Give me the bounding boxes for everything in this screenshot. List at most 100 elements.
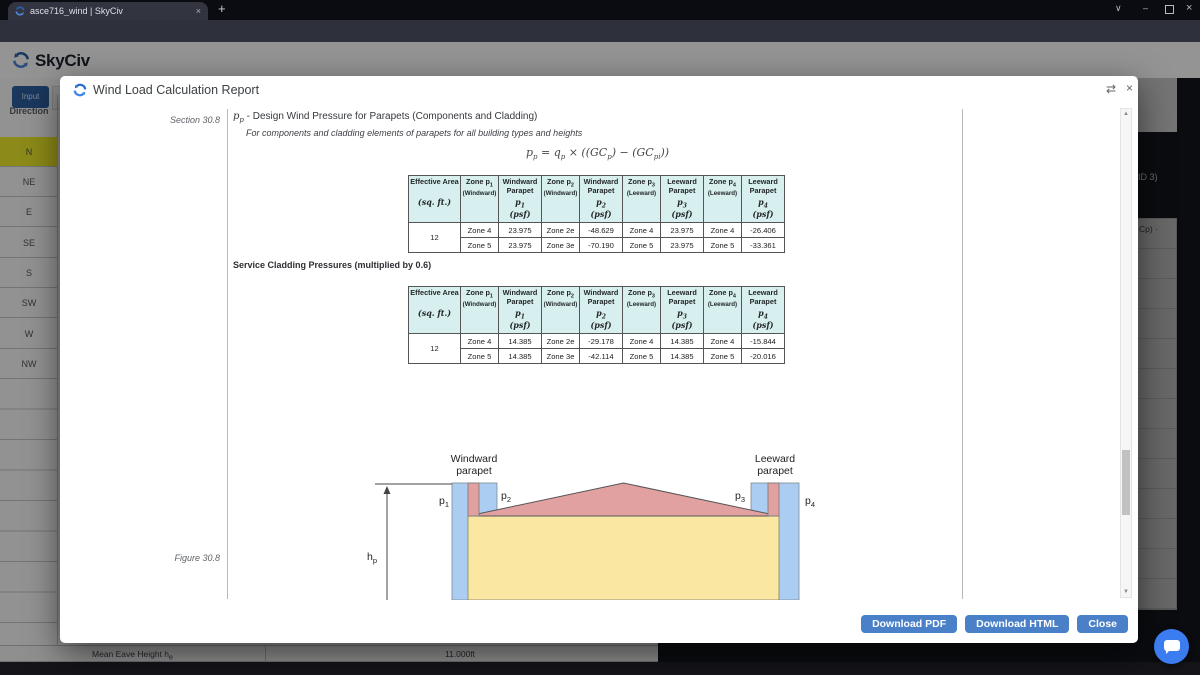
skyciv-spinner-icon	[73, 83, 87, 97]
windward-parapet-wall	[468, 483, 479, 516]
table-header-cell: Windward Parapetp1(psf)	[499, 287, 542, 334]
effective-area-cell: 12	[409, 223, 461, 253]
modal-title: Wind Load Calculation Report	[93, 83, 259, 97]
window-minimize-icon[interactable]: –	[1143, 3, 1148, 13]
download-pdf-button[interactable]: Download PDF	[861, 615, 957, 633]
section-subheading: For components and cladding elements of …	[246, 128, 582, 138]
tab-close-icon[interactable]: ×	[196, 7, 201, 16]
window-close-icon[interactable]: ×	[1186, 2, 1192, 14]
table-cell: Zone 3e	[542, 349, 580, 364]
wind-report-modal: Wind Load Calculation Report ⇄ × Section…	[60, 76, 1138, 643]
p3-label: p3	[735, 490, 745, 504]
section-heading: pp - Design Wind Pressure for Parapets (…	[233, 111, 537, 124]
close-button[interactable]: Close	[1077, 615, 1128, 633]
table-cell: 23.975	[661, 238, 704, 253]
table-cell: Zone 4	[623, 223, 661, 238]
table-header-cell: Leeward Parapetp4(psf)	[742, 176, 785, 223]
left-rule	[227, 109, 228, 599]
table-cell: Zone 4	[461, 223, 499, 238]
effective-area-cell: 12	[409, 334, 461, 364]
modal-scrollbar[interactable]: ▲ ▼	[1120, 108, 1132, 598]
table-cell: Zone 5	[623, 349, 661, 364]
table-cell: -29.178	[580, 334, 623, 349]
parapet-figure: hp Windward parapet Leeward parapet p1 p…	[365, 448, 820, 600]
table-header-cell: Windward Parapetp2(psf)	[580, 287, 623, 334]
tab-title: asce716_wind | SkyCiv	[30, 6, 191, 16]
hp-label: hp	[367, 551, 377, 565]
p1-label: p1	[439, 495, 449, 509]
table-cell: -42.114	[580, 349, 623, 364]
table-cell: Zone 5	[461, 349, 499, 364]
scroll-down-icon[interactable]: ▼	[1121, 588, 1131, 596]
service-pressures-note: Service Cladding Pressures (multiplied b…	[233, 260, 431, 270]
p4-label: p4	[805, 495, 815, 509]
download-html-button[interactable]: Download HTML	[965, 615, 1069, 633]
table-header-cell: Windward Parapetp1(psf)	[499, 176, 542, 223]
table-cell: 14.385	[499, 334, 542, 349]
p2-label: p2	[501, 490, 511, 504]
skyciv-favicon	[15, 6, 25, 16]
table-cell: 23.975	[499, 238, 542, 253]
resize-swap-icon[interactable]: ⇄	[1106, 82, 1116, 96]
new-tab-button[interactable]: +	[218, 1, 226, 16]
parapet-pressure-formula: pp = qp × ((GCp) − (GCpi))	[233, 146, 962, 161]
browser-tab[interactable]: asce716_wind | SkyCiv ×	[8, 2, 208, 20]
table-header-cell: Zone p3(Leeward)	[623, 176, 661, 223]
table-header-cell: Zone p1(Windward)	[461, 176, 499, 223]
table-cell: Zone 4	[704, 223, 742, 238]
table-cell: -15.844	[742, 334, 785, 349]
design-wind-pressure-table: Effective Area(sq. ft.)Zone p1(Windward)…	[408, 175, 785, 253]
table-cell: Zone 5	[461, 238, 499, 253]
browser-toolbar: ◁ ▷ ↻ platform.skyciv.com /design/wind/v…	[0, 20, 1200, 42]
section-label: Section 30.8	[120, 115, 220, 125]
leeward-parapet-wall	[768, 483, 779, 516]
modal-footer: Download PDF Download HTML Close	[60, 603, 1138, 643]
right-rule	[962, 109, 963, 599]
table-header-cell: Leeward Parapetp3(psf)	[661, 287, 704, 334]
table-header-cell: Effective Area(sq. ft.)	[409, 176, 461, 223]
window-restore-icon[interactable]	[1165, 5, 1174, 14]
table-header-cell: Zone p2(Windward)	[542, 176, 580, 223]
figure-label: Figure 30.8	[120, 553, 220, 563]
building-body	[468, 516, 779, 600]
table-header-cell: Zone p2(Windward)	[542, 287, 580, 334]
modal-close-icon[interactable]: ×	[1126, 81, 1133, 95]
windward-parapet-label-1: Windward	[451, 453, 498, 465]
report-content: Section 30.8 pp - Design Wind Pressure f…	[60, 103, 1138, 603]
table-header-cell: Windward Parapetp2(psf)	[580, 176, 623, 223]
table-cell: 14.385	[499, 349, 542, 364]
dimension-arrow-up	[384, 486, 391, 494]
service-wind-pressure-table: Effective Area(sq. ft.)Zone p1(Windward)…	[408, 286, 785, 364]
table-cell: Zone 4	[623, 334, 661, 349]
table-cell: Zone 4	[704, 334, 742, 349]
browser-tab-bar: asce716_wind | SkyCiv × + ∨ – ×	[0, 0, 1200, 20]
screen: asce716_wind | SkyCiv × + ∨ – × ◁ ▷ ↻ pl…	[0, 0, 1200, 675]
table-cell: -33.361	[742, 238, 785, 253]
scrollbar-thumb[interactable]	[1122, 450, 1130, 515]
table-cell: -70.190	[580, 238, 623, 253]
table-cell: -26.406	[742, 223, 785, 238]
table-cell: 14.385	[661, 334, 704, 349]
windward-parapet-label-2: parapet	[456, 465, 492, 477]
gable-roof	[468, 483, 779, 516]
table-cell: Zone 2e	[542, 223, 580, 238]
table-cell: Zone 2e	[542, 334, 580, 349]
chat-bubble-button[interactable]	[1154, 629, 1189, 664]
table-cell: -20.016	[742, 349, 785, 364]
table-header-cell: Leeward Parapetp3(psf)	[661, 176, 704, 223]
scroll-up-icon[interactable]: ▲	[1121, 110, 1131, 118]
table-cell: -48.629	[580, 223, 623, 238]
table-cell: Zone 4	[461, 334, 499, 349]
table-header-cell: Zone p1(Windward)	[461, 287, 499, 334]
table-header-cell: Zone p4(Leeward)	[704, 287, 742, 334]
table-cell: 23.975	[661, 223, 704, 238]
window-chevron-icon[interactable]: ∨	[1115, 3, 1122, 14]
table-header-cell: Zone p3(Leeward)	[623, 287, 661, 334]
leeward-parapet-label-2: parapet	[757, 465, 793, 477]
table-cell: Zone 3e	[542, 238, 580, 253]
table-cell: 14.385	[661, 349, 704, 364]
table-cell: Zone 5	[704, 349, 742, 364]
chat-icon	[1164, 640, 1180, 651]
table-header-cell: Effective Area(sq. ft.)	[409, 287, 461, 334]
table-cell: Zone 5	[623, 238, 661, 253]
